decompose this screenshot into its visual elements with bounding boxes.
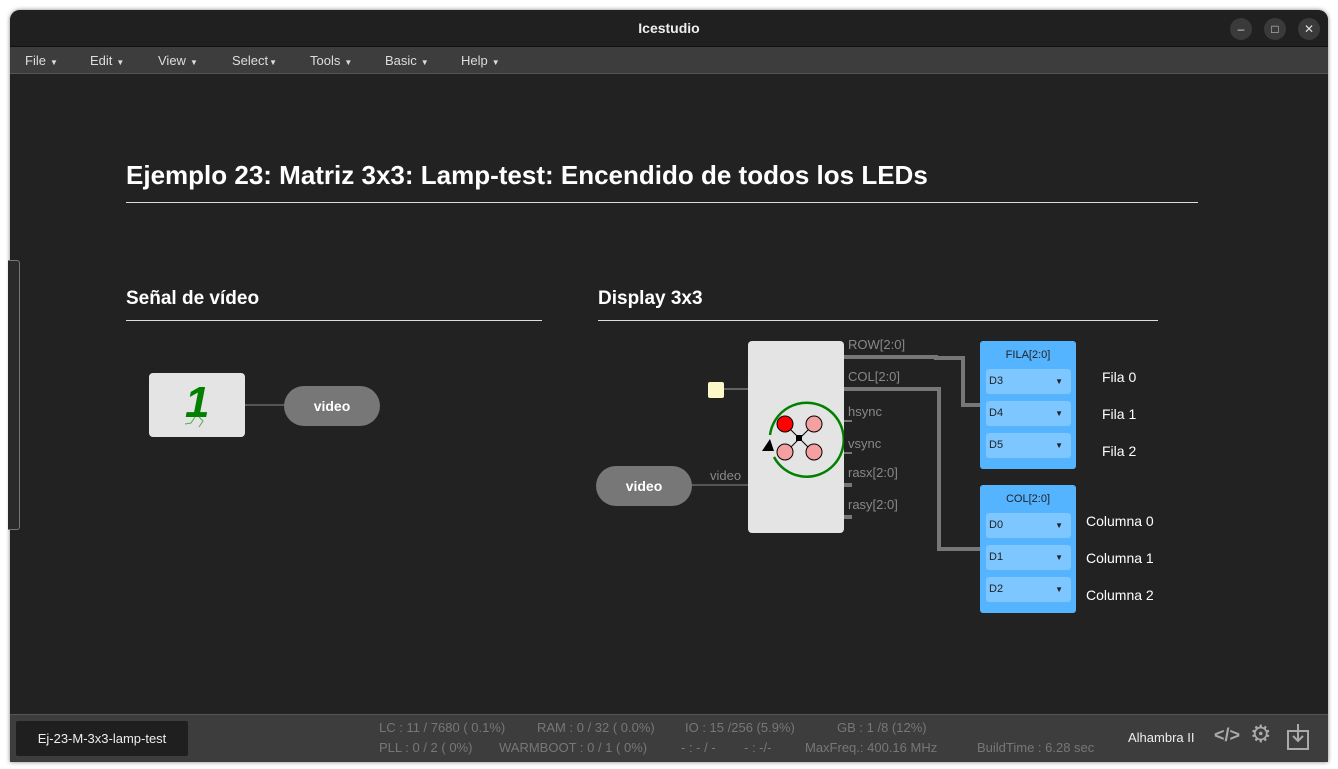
port-row: ROW[2:0] (848, 337, 906, 352)
caret-down-icon: ▼ (1055, 521, 1063, 530)
stat-empty: - : - / - (681, 740, 716, 755)
pin-select[interactable]: D1 ▼ (986, 545, 1071, 570)
wires (245, 355, 980, 551)
video-port-label: video (710, 468, 742, 483)
pin-select[interactable]: D4 ▼ (986, 401, 1071, 426)
fila-label: Fila 1 (1102, 406, 1137, 422)
status-bar: Ej-23-M-3x3-lamp-test LC : 11 / 7680 ( 0… (10, 714, 1328, 762)
caret-down-icon: ▼ (1055, 553, 1063, 562)
pin-select[interactable]: D2 ▼ (986, 577, 1071, 602)
pin-select[interactable]: D5 ▼ (986, 433, 1071, 458)
video-input-port[interactable]: video (596, 466, 692, 506)
stat-warmboot: WARMBOOT : 0 / 1 ( 0%) (499, 740, 648, 755)
app-window: Icestudio – □ ✕ File ▼ Edit ▼ View ▼ Select… (10, 10, 1328, 762)
col-output-block[interactable]: COL[2:0] D0 ▼ D1 ▼ D2 ▼ (980, 485, 1076, 613)
port-rasy: rasy[2:0] (848, 497, 898, 512)
port-col: COL[2:0] (848, 369, 901, 384)
fila-title: FILA[2:0] (1005, 349, 1051, 361)
caret-down-icon: ▼ (1055, 585, 1063, 594)
fila-output-block[interactable]: FILA[2:0] D3 ▼ D4 ▼ D5 ▼ (980, 341, 1076, 469)
stat-lc: LC : 11 / 7680 ( 0.1%) (379, 720, 506, 735)
board-name[interactable]: Alhambra II (1128, 730, 1194, 745)
stat-ram: RAM : 0 / 32 ( 0.0%) (537, 720, 655, 735)
led-matrix-icon (762, 401, 845, 478)
pin-select[interactable]: D0 ▼ (986, 513, 1071, 538)
caret-down-icon: ▼ (1055, 441, 1063, 450)
col-label: Columna 2 (1086, 587, 1154, 603)
col-label: Columna 0 (1086, 513, 1154, 529)
svg-text:1: 1 (185, 378, 209, 427)
col-label: Columna 1 (1086, 550, 1154, 566)
stat-maxfreq: MaxFreq.: 400.16 MHz (805, 740, 938, 755)
port-hsync: hsync (848, 404, 882, 419)
caret-down-icon: ▼ (1055, 409, 1063, 418)
stat-pll: PLL : 0 / 2 ( 0%) (379, 740, 473, 755)
side-dock (8, 260, 20, 530)
stat-io: IO : 15 /256 (5.9%) (685, 720, 795, 735)
code-icon[interactable]: </> (1214, 725, 1240, 746)
upload-icon[interactable] (1286, 723, 1310, 757)
display-driver-block[interactable] (748, 341, 845, 533)
fila-label: Fila 2 (1102, 443, 1137, 459)
constant-one-block[interactable]: 1 (149, 373, 245, 437)
port-rasx: rasx[2:0] (848, 465, 898, 480)
port-vsync: vsync (848, 436, 882, 451)
stat-empty: - : -/- (744, 740, 772, 755)
caret-down-icon: ▼ (1055, 377, 1063, 386)
one-icon: 1 (184, 378, 209, 428)
clock-input[interactable] (708, 382, 724, 398)
col-title: COL[2:0] (1005, 493, 1051, 505)
project-tab[interactable]: Ej-23-M-3x3-lamp-test (16, 721, 188, 756)
stat-gb: GB : 1 /8 (12%) (837, 720, 927, 735)
gear-code-icon[interactable]: ⚙ (1250, 720, 1272, 749)
fila-label: Fila 0 (1102, 369, 1137, 385)
stat-buildtime: BuildTime : 6.28 sec (977, 740, 1095, 755)
pin-select[interactable]: D3 ▼ (986, 369, 1071, 394)
video-output-port[interactable]: video (284, 386, 380, 426)
